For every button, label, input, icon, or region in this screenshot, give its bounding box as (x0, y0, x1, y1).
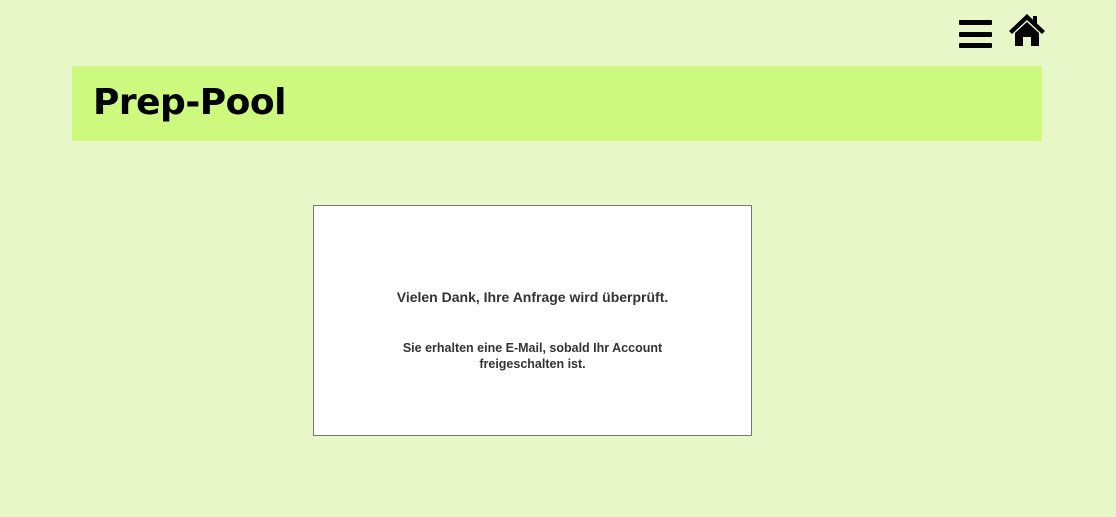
menu-bar-bottom (959, 43, 992, 48)
top-navigation (959, 12, 1046, 48)
home-icon[interactable] (1008, 12, 1046, 48)
confirmation-headline: Vielen Dank, Ihre Anfrage wird überprüft… (396, 289, 669, 305)
menu-bar-top (959, 20, 992, 25)
menu-bar-middle (959, 31, 992, 37)
hamburger-menu-icon[interactable] (959, 20, 992, 48)
confirmation-message-box: Vielen Dank, Ihre Anfrage wird überprüft… (313, 205, 752, 436)
confirmation-detail: Sie erhalten eine E-Mail, sobald Ihr Acc… (402, 341, 663, 371)
site-title: Prep-Pool (93, 82, 286, 123)
header-banner: Prep-Pool (72, 66, 1042, 141)
